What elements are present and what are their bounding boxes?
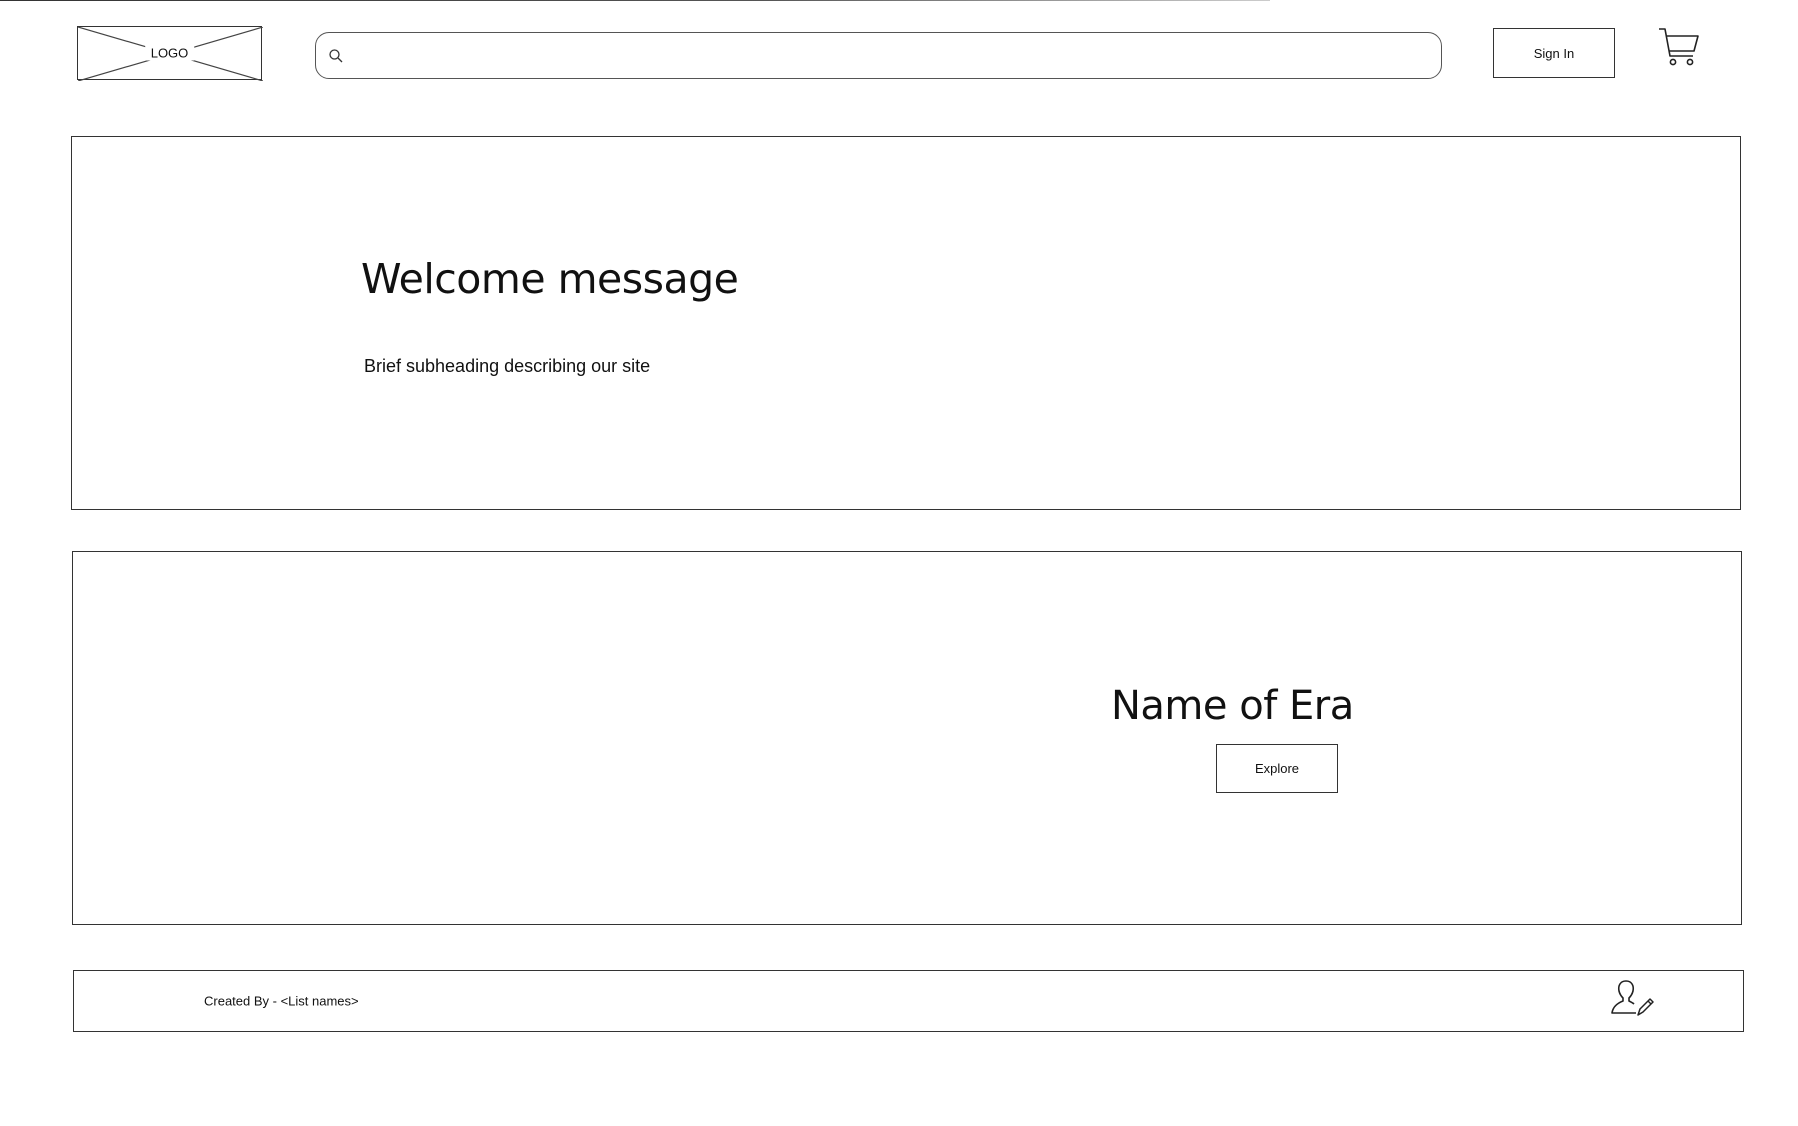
logo-placeholder[interactable]: LOGO bbox=[77, 26, 263, 81]
search-input[interactable] bbox=[344, 33, 1441, 78]
user-edit-icon[interactable] bbox=[1610, 979, 1654, 1019]
top-divider bbox=[0, 0, 1270, 1]
search-bar[interactable] bbox=[315, 32, 1442, 79]
explore-button[interactable]: Explore bbox=[1216, 744, 1338, 793]
welcome-subheading: Brief subheading describing our site bbox=[364, 356, 651, 376]
era-panel: Name of Era Explore bbox=[72, 551, 1742, 925]
footer-credits: Created By - <List names> bbox=[204, 993, 359, 1009]
hero-panel: Welcome message Brief subheading describ… bbox=[71, 136, 1741, 510]
cart-icon[interactable] bbox=[1657, 26, 1701, 70]
welcome-heading: Welcome message bbox=[361, 255, 739, 303]
footer: Created By - <List names> bbox=[73, 970, 1744, 1032]
search-icon[interactable] bbox=[328, 48, 344, 64]
logo-text: LOGO bbox=[144, 45, 195, 61]
sign-in-button[interactable]: Sign In bbox=[1493, 28, 1615, 78]
era-heading: Name of Era bbox=[1111, 683, 1354, 729]
